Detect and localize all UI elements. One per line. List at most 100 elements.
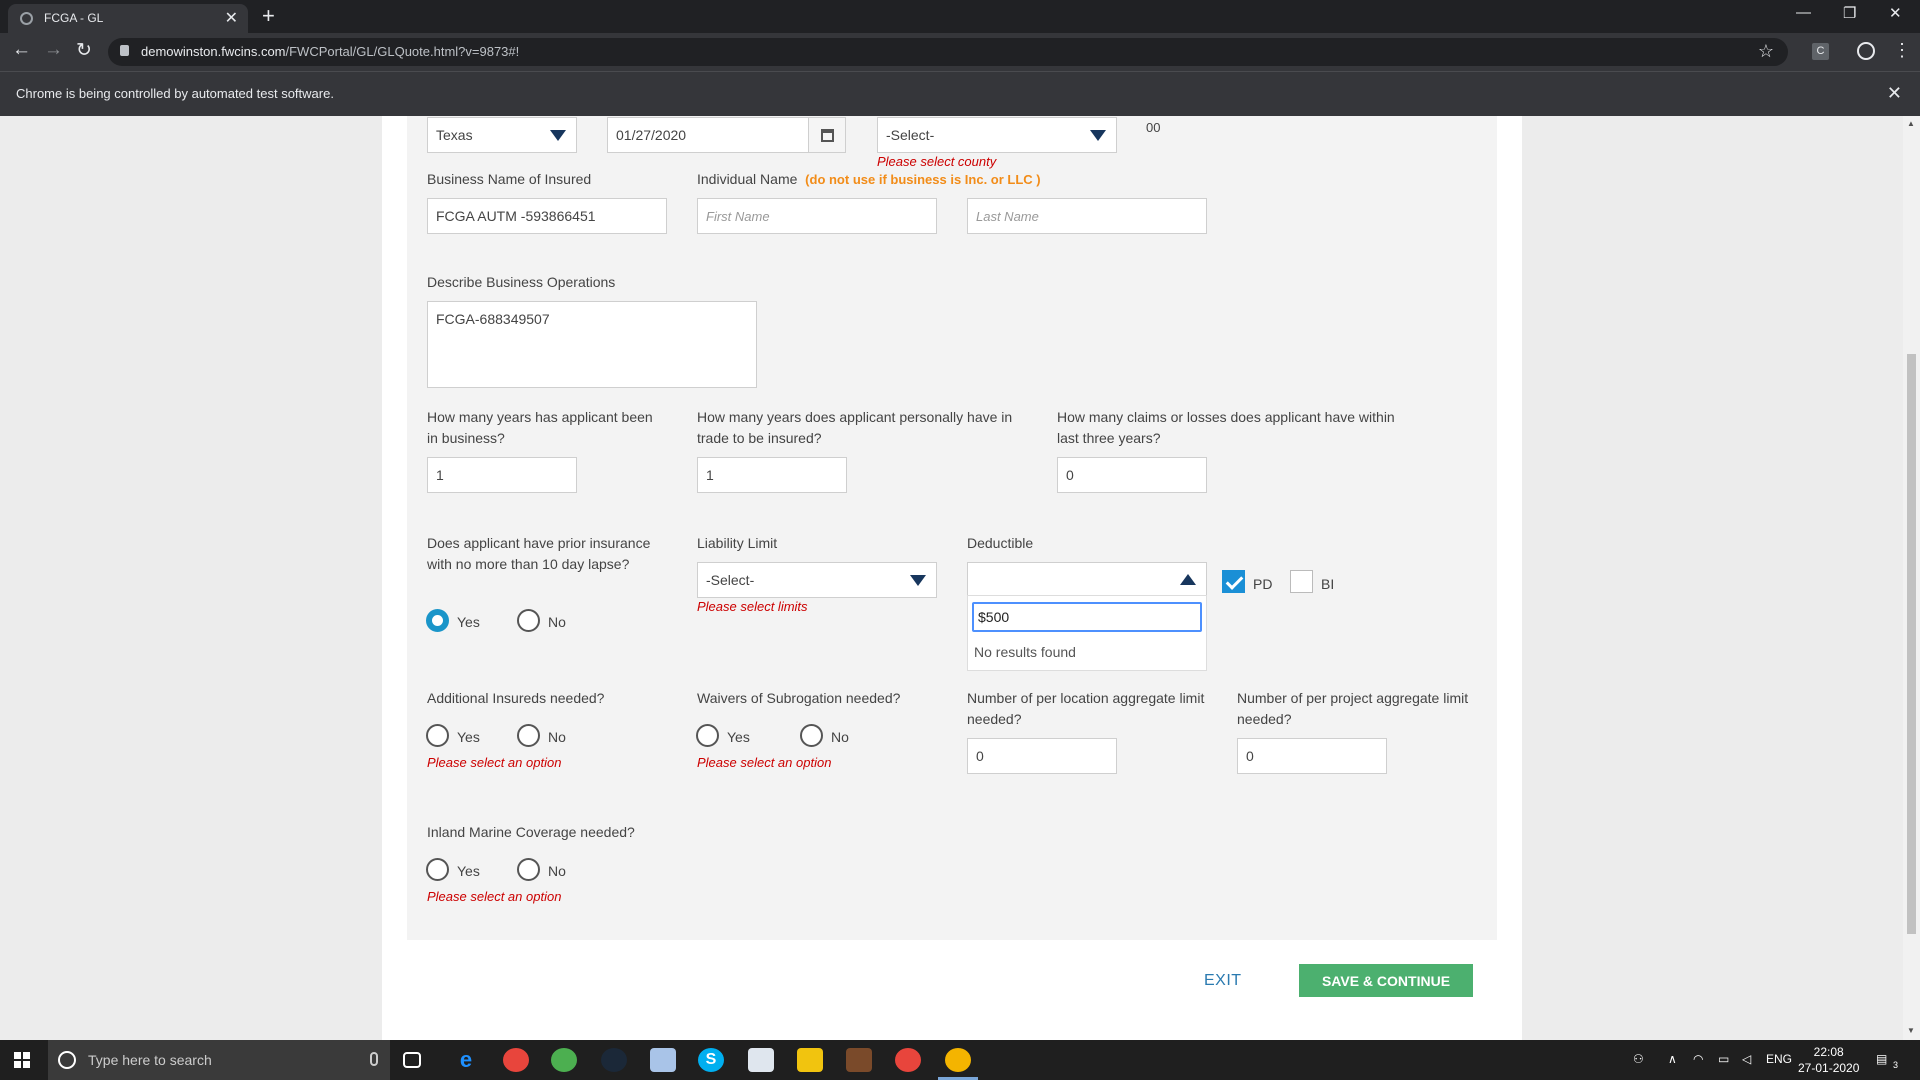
windows-taskbar: Type here to search e S ⚇ ∧ ◠ ▭ ◁ ENG 22… bbox=[0, 1040, 1920, 1080]
prior-insurance-yes-radio[interactable] bbox=[426, 609, 449, 632]
back-icon[interactable]: ← bbox=[12, 39, 31, 61]
per-project-label: Number of per project aggregate limit ne… bbox=[1237, 690, 1469, 727]
extension-icon[interactable]: C bbox=[1812, 43, 1829, 60]
waivers-no-radio[interactable] bbox=[800, 724, 823, 747]
clock-date: 27-01-2020 bbox=[1798, 1061, 1860, 1075]
years-business-label: How many years has applicant been in bus… bbox=[427, 409, 653, 446]
url-path: /FWCPortal/GL/GLQuote.html?v=9873#! bbox=[285, 44, 520, 59]
prior-insurance-label: Does applicant have prior insurance with… bbox=[427, 535, 651, 572]
additional-insureds-yes-radio[interactable] bbox=[426, 724, 449, 747]
date-input[interactable]: 01/27/2020 bbox=[607, 117, 809, 153]
task-view-icon[interactable] bbox=[403, 1052, 421, 1068]
page-scrollbar[interactable]: ▲ ▼ bbox=[1903, 116, 1920, 1040]
liability-limit-select[interactable]: -Select- bbox=[697, 562, 937, 598]
chrome-icon[interactable] bbox=[503, 1048, 529, 1072]
waivers-yes-radio[interactable] bbox=[696, 724, 719, 747]
per-project-input[interactable]: 0 bbox=[1237, 738, 1387, 774]
scroll-down-icon[interactable]: ▼ bbox=[1907, 1026, 1915, 1035]
state-select[interactable]: Texas bbox=[427, 117, 577, 153]
claims-input[interactable]: 0 bbox=[1057, 457, 1207, 493]
liability-limit-label: Liability Limit bbox=[697, 535, 778, 551]
steam-icon[interactable] bbox=[601, 1048, 627, 1072]
close-infobar-icon[interactable]: ✕ bbox=[1887, 83, 1902, 104]
years-business-input[interactable]: 1 bbox=[427, 457, 577, 493]
waivers-no-label: No bbox=[831, 729, 849, 745]
deductible-label: Deductible bbox=[967, 535, 1034, 551]
chrome-canary-icon[interactable] bbox=[945, 1048, 971, 1072]
game-icon[interactable] bbox=[846, 1048, 872, 1072]
prior-insurance-no-radio[interactable] bbox=[517, 609, 540, 632]
microphone-icon[interactable] bbox=[370, 1052, 378, 1066]
battery-icon[interactable]: ▭ bbox=[1718, 1052, 1729, 1066]
browser-tab[interactable]: FCGA - GL ✕ bbox=[8, 4, 248, 33]
inland-marine-no-radio[interactable] bbox=[517, 858, 540, 881]
notification-count: 3 bbox=[1893, 1060, 1899, 1070]
menu-icon[interactable]: ⋮ bbox=[1893, 40, 1911, 61]
taskbar-search[interactable]: Type here to search bbox=[48, 1040, 390, 1080]
scrollbar-thumb[interactable] bbox=[1907, 354, 1916, 934]
first-name-input[interactable]: First Name bbox=[697, 198, 937, 234]
chevron-down-icon bbox=[1090, 130, 1106, 141]
exit-button[interactable]: EXIT bbox=[1204, 972, 1242, 990]
automation-infobar: Chrome is being controlled by automated … bbox=[0, 71, 1920, 116]
reload-icon[interactable]: ↻ bbox=[76, 39, 92, 62]
first-name-placeholder: First Name bbox=[706, 208, 770, 224]
waivers-error: Please select an option bbox=[697, 755, 832, 770]
utorrent-icon[interactable] bbox=[551, 1048, 577, 1072]
business-name-input[interactable]: FCGA AUTM -593866451 bbox=[427, 198, 667, 234]
clock-time: 22:08 bbox=[1813, 1045, 1844, 1059]
url-host: demowinston.fwcins.com bbox=[141, 44, 286, 59]
additional-insureds-no-radio[interactable] bbox=[517, 724, 540, 747]
scroll-up-icon[interactable]: ▲ bbox=[1907, 119, 1915, 128]
file-explorer-icon[interactable] bbox=[797, 1048, 823, 1072]
notepad-icon[interactable] bbox=[650, 1048, 676, 1072]
calendar-icon bbox=[821, 129, 834, 142]
close-window-icon[interactable]: ✕ bbox=[1889, 4, 1902, 22]
profile-icon[interactable] bbox=[1857, 42, 1875, 60]
per-location-label: Number of per location aggregate limit n… bbox=[967, 690, 1205, 727]
date-value: 01/27/2020 bbox=[616, 127, 687, 143]
network-icon[interactable]: ◠ bbox=[1693, 1052, 1703, 1066]
edge-icon[interactable]: e bbox=[453, 1048, 479, 1072]
people-icon[interactable]: ⚇ bbox=[1633, 1052, 1644, 1066]
partial-field-text: 00 bbox=[1146, 120, 1161, 135]
chrome-icon-2[interactable] bbox=[895, 1048, 921, 1072]
windows-start-icon[interactable] bbox=[14, 1052, 30, 1068]
address-bar[interactable]: demowinston.fwcins.com/FWCPortal/GL/GLQu… bbox=[108, 38, 1788, 66]
last-name-input[interactable]: Last Name bbox=[967, 198, 1207, 234]
pd-checkbox[interactable] bbox=[1222, 570, 1245, 593]
system-clock[interactable]: 22:08 27-01-2020 bbox=[1798, 1044, 1859, 1076]
operations-label: Describe Business Operations bbox=[427, 274, 616, 290]
bi-label: BI bbox=[1321, 576, 1335, 592]
save-continue-button[interactable]: SAVE & CONTINUE bbox=[1299, 964, 1473, 997]
notification-icon[interactable]: ▤ bbox=[1876, 1052, 1887, 1066]
restore-icon[interactable]: ❐ bbox=[1843, 4, 1856, 22]
deductible-search-input[interactable]: $500 bbox=[972, 602, 1202, 632]
close-tab-icon[interactable]: ✕ bbox=[225, 8, 238, 28]
operations-textarea[interactable]: FCGA-688349507 bbox=[427, 301, 757, 388]
business-name-value: FCGA AUTM -593866451 bbox=[436, 208, 596, 224]
per-location-value: 0 bbox=[976, 748, 984, 764]
new-tab-button[interactable]: + bbox=[262, 3, 275, 29]
liability-error: Please select limits bbox=[697, 599, 808, 614]
county-select-value: -Select- bbox=[886, 127, 935, 143]
photos-icon[interactable] bbox=[748, 1048, 774, 1072]
bi-checkbox[interactable] bbox=[1290, 570, 1313, 593]
minimize-icon[interactable]: — bbox=[1796, 4, 1811, 21]
forward-icon[interactable]: → bbox=[44, 39, 63, 61]
skype-icon[interactable]: S bbox=[698, 1048, 724, 1072]
deductible-select[interactable] bbox=[967, 562, 1207, 598]
inland-marine-yes-radio[interactable] bbox=[426, 858, 449, 881]
language-indicator[interactable]: ENG bbox=[1766, 1052, 1792, 1066]
individual-name-note: (do not use if business is Inc. or LLC ) bbox=[805, 172, 1041, 187]
county-select[interactable]: -Select- bbox=[877, 117, 1117, 153]
years-trade-input[interactable]: 1 bbox=[697, 457, 847, 493]
quote-form-panel bbox=[407, 116, 1497, 940]
individual-name-label-text: Individual Name bbox=[697, 171, 798, 187]
business-name-label: Business Name of Insured bbox=[427, 171, 592, 187]
per-location-input[interactable]: 0 bbox=[967, 738, 1117, 774]
volume-icon[interactable]: ◁ bbox=[1742, 1052, 1751, 1066]
bookmark-star-icon[interactable]: ☆ bbox=[1758, 41, 1774, 62]
tray-chevron-icon[interactable]: ∧ bbox=[1668, 1052, 1677, 1066]
calendar-button[interactable] bbox=[808, 117, 846, 153]
